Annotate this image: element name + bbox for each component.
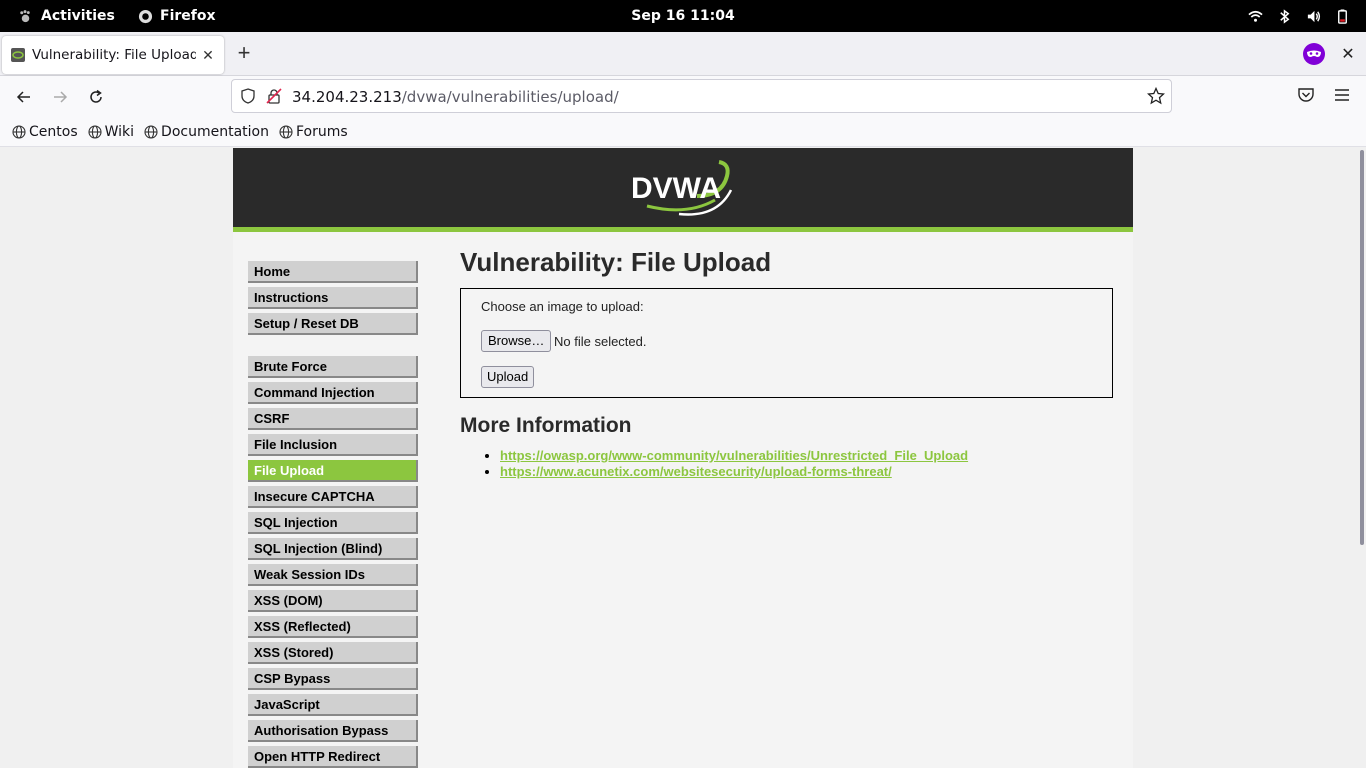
page-title: Vulnerability: File Upload <box>460 247 772 277</box>
system-top-bar: Activities Firefox Sep 16 11:04 <box>0 0 1366 32</box>
system-tray[interactable] <box>1248 0 1350 32</box>
hamburger-menu-icon[interactable] <box>1333 86 1351 104</box>
sidebar-item-instructions[interactable]: Instructions <box>248 287 418 309</box>
sidebar-menu: Home Instructions Setup / Reset DB Brute F… <box>248 261 418 768</box>
insecure-lock-icon[interactable] <box>266 88 282 104</box>
list-item: https://owasp.org/www-community/vulnerab… <box>500 448 1113 464</box>
activities-label: Activities <box>41 8 115 24</box>
activities-button[interactable]: Activities <box>18 0 115 32</box>
url-text: 34.204.23.213/dvwa/vulnerabilities/uploa… <box>292 88 619 106</box>
forward-button[interactable] <box>48 85 72 109</box>
sidebar-item-xss-stored[interactable]: XSS (Stored) <box>248 642 418 664</box>
navigation-toolbar: 34.204.23.213/dvwa/vulnerabilities/uploa… <box>0 76 1366 117</box>
page-scrollbar[interactable] <box>1360 150 1364 545</box>
menu-group-main: Home Instructions Setup / Reset DB <box>248 261 418 335</box>
bookmark-label: Documentation <box>161 123 269 140</box>
app-name: Firefox <box>160 8 216 24</box>
bluetooth-icon <box>1280 8 1290 24</box>
acunetix-link[interactable]: https://www.acunetix.com/websitesecurity… <box>500 464 892 479</box>
sidebar-item-authorisation-bypass[interactable]: Authorisation Bypass <box>248 720 418 742</box>
logo-text: DVWA <box>631 172 721 205</box>
back-button[interactable] <box>12 85 36 109</box>
back-arrow-icon <box>16 91 30 103</box>
battery-icon <box>1338 8 1347 24</box>
more-info-heading: More Information <box>460 414 632 437</box>
bookmark-label: Wiki <box>104 123 135 140</box>
upload-form: Choose an image to upload: Browse… No fi… <box>460 288 1113 398</box>
bookmark-forums[interactable]: Forums <box>279 124 348 140</box>
menu-separator <box>248 339 418 356</box>
bookmarks-toolbar: Centos Wiki Documentation Forums <box>0 117 1366 147</box>
more-info-links: https://owasp.org/www-community/vulnerab… <box>460 448 1113 480</box>
dvwa-header: DVWA <box>233 148 1133 232</box>
private-browsing-mask-icon[interactable] <box>1303 43 1325 65</box>
volume-icon <box>1307 10 1321 22</box>
tab-close-icon[interactable]: ✕ <box>200 47 216 64</box>
new-tab-button[interactable]: + <box>232 42 256 66</box>
sidebar-item-file-inclusion[interactable]: File Inclusion <box>248 434 418 456</box>
gnome-foot-icon <box>20 9 30 22</box>
url-path: /dvwa/vulnerabilities/upload/ <box>401 88 619 106</box>
globe-icon <box>12 124 26 139</box>
url-host: 34.204.23.213 <box>292 88 402 106</box>
sidebar-item-brute-force[interactable]: Brute Force <box>248 356 418 378</box>
bookmark-wiki[interactable]: Wiki <box>88 124 134 140</box>
tab-strip: Vulnerability: File Upload ✕ <box>0 32 1366 76</box>
globe-icon <box>88 124 102 139</box>
sidebar-item-open-http-redirect[interactable]: Open HTTP Redirect <box>248 746 418 768</box>
globe-icon <box>144 124 158 139</box>
sidebar-item-xss-reflected[interactable]: XSS (Reflected) <box>248 616 418 638</box>
upload-button[interactable]: Upload <box>481 366 535 388</box>
tracking-protection-shield-icon[interactable] <box>240 88 256 104</box>
bookmark-label: Forums <box>295 123 348 140</box>
sidebar-item-sql-injection[interactable]: SQL Injection <box>248 512 418 534</box>
app-menu-button[interactable]: Firefox <box>138 0 216 32</box>
sidebar-item-setup-reset-db[interactable]: Setup / Reset DB <box>248 313 418 335</box>
sidebar-item-weak-session-ids[interactable]: Weak Session IDs <box>248 564 418 586</box>
wifi-icon <box>1248 10 1263 22</box>
sidebar-item-javascript[interactable]: JavaScript <box>248 694 418 716</box>
sidebar-item-insecure-captcha[interactable]: Insecure CAPTCHA <box>248 486 418 508</box>
dvwa-container: DVWA Home Instructions Setup / Reset DB Br… <box>233 148 1133 768</box>
bookmark-documentation[interactable]: Documentation <box>144 124 269 140</box>
sidebar-item-sql-injection-blind[interactable]: SQL Injection (Blind) <box>248 538 418 560</box>
forward-arrow-icon <box>54 91 68 103</box>
browse-file-button[interactable]: Browse… <box>481 330 552 352</box>
firefox-icon <box>138 9 153 23</box>
url-bar[interactable]: 34.204.23.213/dvwa/vulnerabilities/uploa… <box>231 79 1172 113</box>
globe-icon <box>279 124 293 139</box>
upload-prompt: Choose an image to upload: <box>481 299 644 314</box>
page-viewport: DVWA Home Instructions Setup / Reset DB Br… <box>0 148 1366 768</box>
window-close-icon[interactable]: ✕ <box>1340 44 1356 64</box>
reload-button[interactable] <box>84 85 108 109</box>
bookmark-label: Centos <box>29 123 78 140</box>
main-body: Vulnerability: File Upload Choose an ima… <box>460 245 1113 480</box>
dvwa-logo: DVWA <box>631 160 733 216</box>
menu-group-vulnerabilities: Brute Force Command Injection CSRF File Inc… <box>248 356 418 768</box>
sidebar-item-command-injection[interactable]: Command Injection <box>248 382 418 404</box>
reload-icon <box>90 89 102 103</box>
dvwa-favicon-icon <box>11 48 25 62</box>
bookmark-centos[interactable]: Centos <box>12 124 78 140</box>
sidebar-item-csrf[interactable]: CSRF <box>248 408 418 430</box>
sidebar-item-home[interactable]: Home <box>248 261 418 283</box>
file-selection-status: No file selected. <box>554 334 647 349</box>
sidebar-item-csp-bypass[interactable]: CSP Bypass <box>248 668 418 690</box>
pocket-icon[interactable] <box>1297 86 1315 104</box>
sidebar-item-file-upload[interactable]: File Upload <box>248 460 418 482</box>
sidebar-item-xss-dom[interactable]: XSS (DOM) <box>248 590 418 612</box>
owasp-link[interactable]: https://owasp.org/www-community/vulnerab… <box>500 448 968 463</box>
list-item: https://www.acunetix.com/websitesecurity… <box>500 464 1113 480</box>
tab-title: Vulnerability: File Upload <box>32 47 196 63</box>
active-tab[interactable]: Vulnerability: File Upload ✕ <box>2 36 224 74</box>
bookmark-star-icon[interactable] <box>1147 87 1165 105</box>
